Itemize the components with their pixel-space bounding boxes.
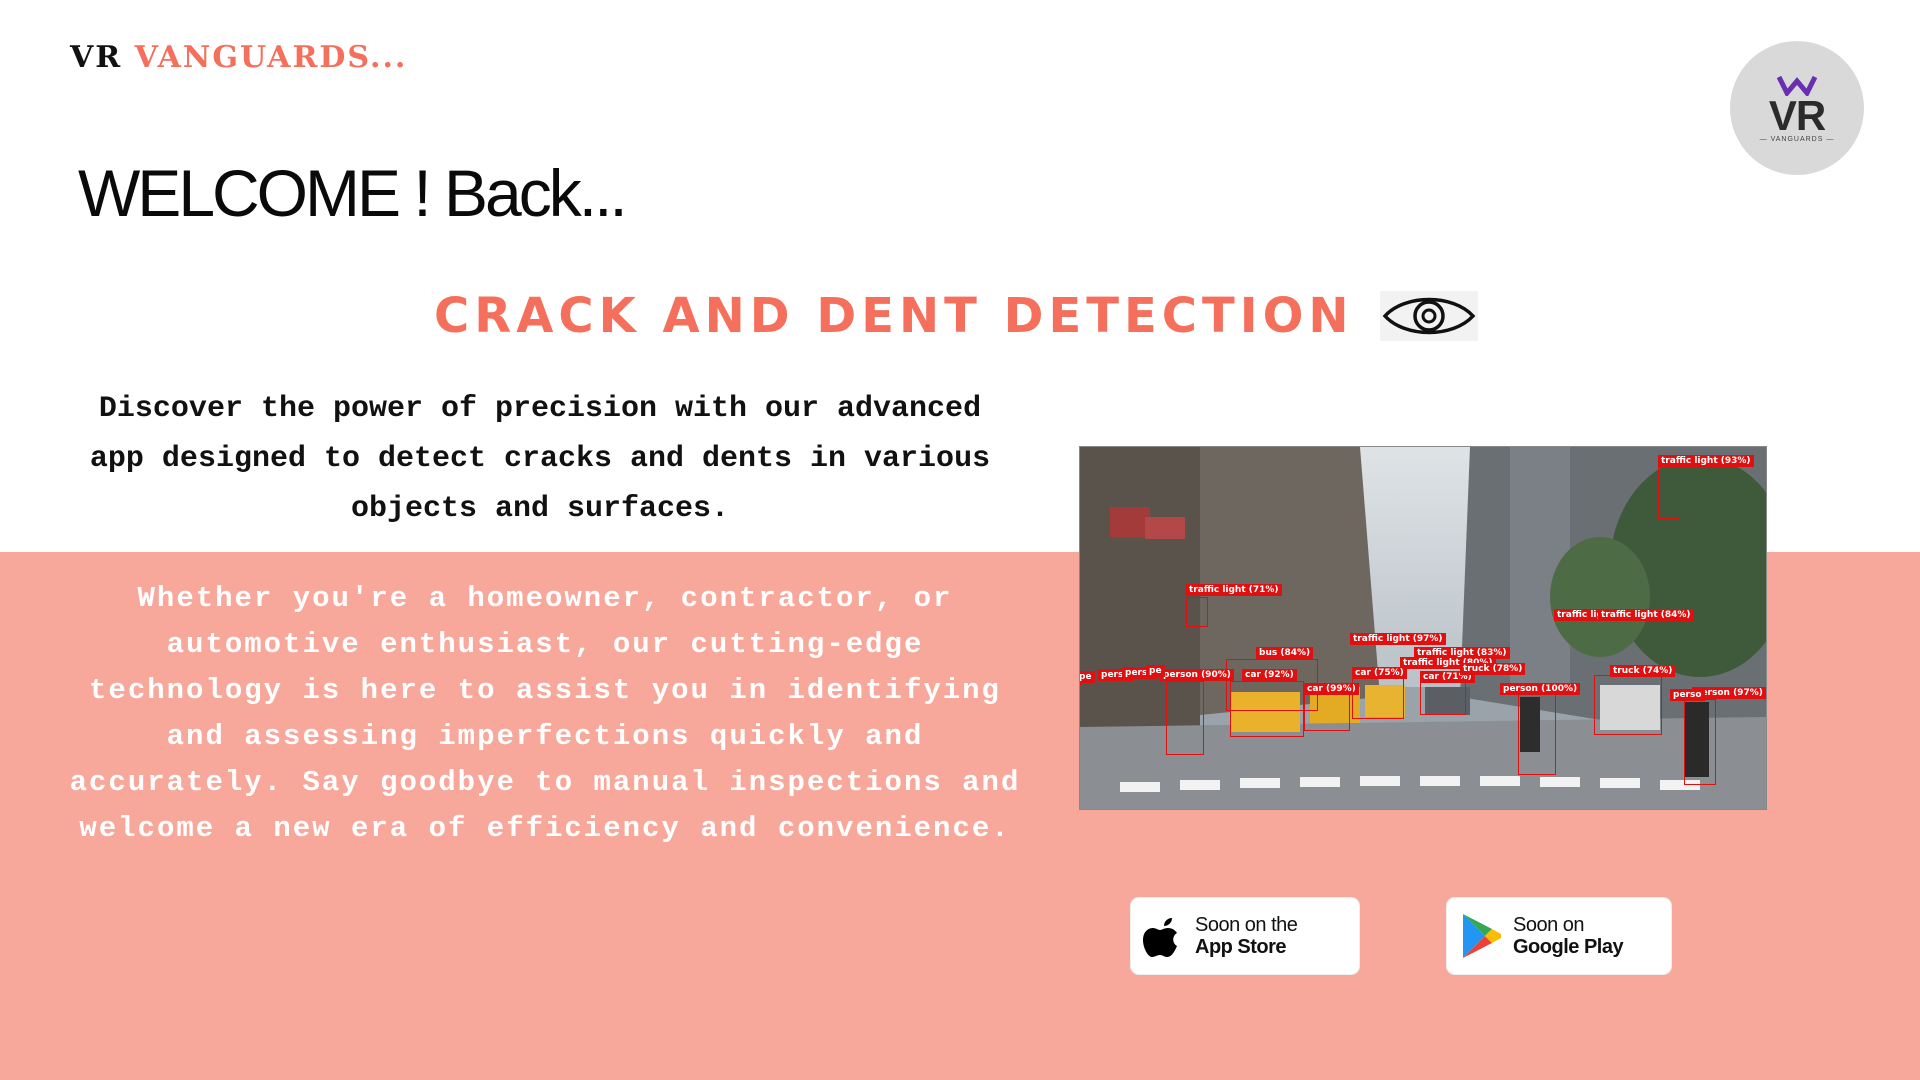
detection-label: bus (84%) [1256,647,1314,659]
google-play-text: Soon on Google Play [1513,914,1624,958]
detection-box [1304,693,1350,731]
brand-wordmark[interactable]: VR VANGUARDS... [70,40,407,75]
intro-paragraph: Discover the power of precision with our… [89,392,991,526]
detection-label: traffic light (71%) [1186,584,1282,596]
detection-box [1518,693,1556,775]
google-play-line2: Google Play [1513,936,1624,958]
eye-icon [1379,291,1478,341]
brand-part2: VANGUARDS... [134,40,408,75]
detection-demo-image: traffic light (93%) traffic light (71%) … [1079,446,1767,810]
page-headline: CRACK AND DENT DETECTION [434,288,1354,344]
google-play-button[interactable]: Soon on Google Play [1447,898,1671,974]
app-store-line1: Soon on the [1195,914,1298,936]
detection-box [1658,467,1680,519]
vr-logo-icon[interactable]: VR — VANGUARDS — [1730,41,1864,175]
detection-label: perso [1670,689,1705,701]
detection-box [1684,699,1716,785]
detection-box [1166,681,1204,755]
detection-box [1420,681,1466,715]
detection-label: truck (78%) [1460,663,1526,675]
detection-label: car (75%) [1352,667,1407,679]
google-play-icon [1463,914,1501,958]
detection-label: car (92%) [1242,669,1297,681]
body-paragraph: Whether you're a homeowner, contractor, … [69,582,1021,845]
detection-box [1230,681,1304,737]
brand-part1: VR [70,40,123,75]
app-store-line2: App Store [1195,936,1287,958]
detection-label: pe [1146,665,1165,677]
detection-box [1186,597,1208,627]
detection-box [1594,675,1662,735]
detection-label: person (100%) [1500,683,1581,695]
detection-label: pe [1080,671,1095,683]
app-store-text: Soon on the App Store [1195,914,1298,958]
logo-subtitle: — VANGUARDS — [1759,135,1835,143]
app-store-button[interactable]: Soon on the App Store [1131,898,1359,974]
detection-label: truck (74%) [1610,665,1676,677]
detection-label: person (90%) [1160,669,1234,681]
welcome-heading: WELCOME ! Back... [78,156,628,230]
detection-label: car (99%) [1304,683,1359,695]
detection-label: traffic light (84%) [1598,609,1694,621]
apple-icon [1143,918,1177,957]
logo-initials: VR [1768,91,1826,139]
google-play-line1: Soon on [1513,914,1585,936]
detection-label: traffic light (97%) [1350,633,1446,645]
detection-label: traffic light (93%) [1658,455,1754,467]
detection-box [1352,677,1404,719]
headline-row: CRACK AND DENT DETECTION [434,288,1478,344]
